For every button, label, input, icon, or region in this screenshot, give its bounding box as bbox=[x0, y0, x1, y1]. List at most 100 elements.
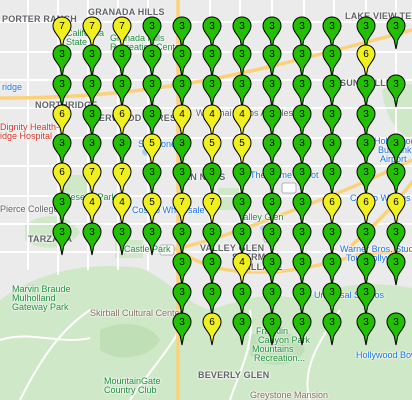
map-marker[interactable]: 3 bbox=[356, 162, 376, 196]
map-marker[interactable]: 3 bbox=[232, 312, 252, 346]
map-marker[interactable]: 3 bbox=[262, 192, 282, 226]
map-marker[interactable]: 3 bbox=[82, 222, 102, 256]
marker-count: 3 bbox=[209, 287, 215, 298]
map-marker[interactable]: 6 bbox=[202, 312, 222, 346]
map-marker[interactable]: 3 bbox=[172, 162, 192, 196]
marker-count: 3 bbox=[59, 138, 65, 149]
map-marker[interactable]: 3 bbox=[52, 74, 72, 108]
marker-count: 3 bbox=[179, 227, 185, 238]
map-marker[interactable]: 3 bbox=[172, 252, 192, 286]
map-marker[interactable]: 3 bbox=[172, 44, 192, 78]
map-marker[interactable]: 3 bbox=[292, 282, 312, 316]
map-marker[interactable]: 3 bbox=[292, 44, 312, 78]
map-marker[interactable]: 3 bbox=[386, 252, 406, 286]
map-marker[interactable]: 3 bbox=[262, 74, 282, 108]
map-marker[interactable]: 3 bbox=[232, 162, 252, 196]
marker-count: 3 bbox=[299, 49, 305, 60]
map-marker[interactable]: 3 bbox=[172, 312, 192, 346]
map-marker[interactable]: 3 bbox=[202, 282, 222, 316]
marker-count: 5 bbox=[209, 138, 215, 149]
map-marker[interactable]: 3 bbox=[356, 282, 376, 316]
map-marker[interactable]: 3 bbox=[386, 16, 406, 50]
map-marker[interactable]: 3 bbox=[142, 74, 162, 108]
map-marker[interactable]: 4 bbox=[232, 252, 252, 286]
map-marker[interactable]: 3 bbox=[262, 44, 282, 78]
map-marker[interactable]: 3 bbox=[202, 74, 222, 108]
map-marker[interactable]: 4 bbox=[82, 192, 102, 226]
map-marker[interactable]: 3 bbox=[292, 162, 312, 196]
map-marker[interactable]: 3 bbox=[322, 222, 342, 256]
map-view[interactable]: PORTER RANCHGRANADA HILLSLAKE VIEW TERRA… bbox=[0, 0, 412, 400]
map-marker[interactable]: 3 bbox=[202, 252, 222, 286]
map-marker[interactable]: 3 bbox=[232, 222, 252, 256]
map-marker[interactable]: 6 bbox=[322, 192, 342, 226]
map-marker[interactable]: 3 bbox=[112, 222, 132, 256]
map-marker[interactable]: 3 bbox=[262, 162, 282, 196]
map-marker[interactable]: 6 bbox=[356, 192, 376, 226]
marker-count: 4 bbox=[179, 109, 185, 120]
map-marker[interactable]: 3 bbox=[386, 162, 406, 196]
map-marker[interactable]: 3 bbox=[172, 74, 192, 108]
marker-count: 3 bbox=[239, 317, 245, 328]
map-marker[interactable]: 3 bbox=[112, 74, 132, 108]
map-marker[interactable]: 3 bbox=[52, 222, 72, 256]
marker-count: 3 bbox=[329, 49, 335, 60]
map-marker[interactable]: 4 bbox=[112, 192, 132, 226]
map-marker[interactable]: 3 bbox=[322, 312, 342, 346]
map-marker[interactable]: 3 bbox=[322, 162, 342, 196]
map-marker[interactable]: 3 bbox=[82, 74, 102, 108]
map-marker[interactable]: 3 bbox=[292, 192, 312, 226]
map-marker[interactable]: 3 bbox=[142, 44, 162, 78]
marker-count: 3 bbox=[119, 138, 125, 149]
map-marker[interactable]: 7 bbox=[112, 162, 132, 196]
map-marker[interactable]: 3 bbox=[232, 44, 252, 78]
map-marker[interactable]: 7 bbox=[202, 192, 222, 226]
map-marker[interactable]: 3 bbox=[52, 192, 72, 226]
map-marker[interactable]: 3 bbox=[262, 252, 282, 286]
marker-count: 3 bbox=[363, 287, 369, 298]
map-marker[interactable]: 3 bbox=[356, 222, 376, 256]
map-marker[interactable]: 6 bbox=[356, 44, 376, 78]
map-marker[interactable]: 3 bbox=[142, 162, 162, 196]
map-label-skirball: Skirball Cultural Center bbox=[90, 308, 183, 318]
map-marker[interactable]: 3 bbox=[52, 44, 72, 78]
map-marker[interactable]: 5 bbox=[142, 192, 162, 226]
map-marker[interactable]: 3 bbox=[386, 74, 406, 108]
map-marker[interactable]: 7 bbox=[82, 162, 102, 196]
map-marker[interactable]: 3 bbox=[292, 222, 312, 256]
map-marker[interactable]: 3 bbox=[232, 282, 252, 316]
map-marker[interactable]: 3 bbox=[112, 44, 132, 78]
map-marker[interactable]: 3 bbox=[322, 74, 342, 108]
map-marker[interactable]: 3 bbox=[386, 312, 406, 346]
map-marker[interactable]: 3 bbox=[356, 312, 376, 346]
map-marker[interactable]: 3 bbox=[172, 222, 192, 256]
map-marker[interactable]: 7 bbox=[172, 192, 192, 226]
map-marker[interactable]: 6 bbox=[52, 162, 72, 196]
map-marker[interactable]: 3 bbox=[202, 162, 222, 196]
map-marker[interactable]: 3 bbox=[292, 252, 312, 286]
map-marker[interactable]: 3 bbox=[356, 252, 376, 286]
map-marker[interactable]: 3 bbox=[232, 192, 252, 226]
marker-count: 3 bbox=[329, 317, 335, 328]
map-marker[interactable]: 3 bbox=[142, 222, 162, 256]
map-marker[interactable]: 3 bbox=[292, 312, 312, 346]
map-marker[interactable]: 3 bbox=[322, 44, 342, 78]
map-marker[interactable]: 3 bbox=[262, 282, 282, 316]
map-marker[interactable]: 3 bbox=[356, 74, 376, 108]
map-marker[interactable]: 3 bbox=[386, 222, 406, 256]
map-marker[interactable]: 3 bbox=[202, 44, 222, 78]
map-marker[interactable]: 3 bbox=[262, 222, 282, 256]
map-marker[interactable]: 3 bbox=[292, 74, 312, 108]
marker-count: 5 bbox=[149, 197, 155, 208]
map-marker[interactable]: 3 bbox=[232, 74, 252, 108]
map-marker[interactable]: 3 bbox=[202, 222, 222, 256]
map-marker[interactable]: 3 bbox=[322, 252, 342, 286]
marker-count: 3 bbox=[209, 167, 215, 178]
map-marker[interactable]: 3 bbox=[322, 282, 342, 316]
map-marker[interactable]: 6 bbox=[386, 192, 406, 226]
map-marker[interactable]: 3 bbox=[82, 44, 102, 78]
map-marker[interactable]: 3 bbox=[172, 282, 192, 316]
map-marker[interactable]: 3 bbox=[262, 312, 282, 346]
marker-count: 3 bbox=[269, 287, 275, 298]
marker-count: 3 bbox=[59, 227, 65, 238]
